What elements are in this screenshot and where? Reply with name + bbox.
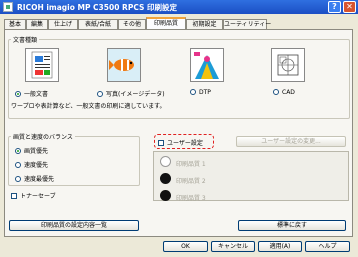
help-button[interactable]: ヘルプ bbox=[305, 241, 350, 252]
cad-thumbnail[interactable] bbox=[271, 48, 305, 82]
tab-cover[interactable]: 表紙/合紙 bbox=[78, 19, 118, 29]
checkbox-icon[interactable] bbox=[158, 140, 164, 146]
doctype-general-radio[interactable]: 一般文書 bbox=[15, 89, 48, 98]
preset-3-icon bbox=[160, 190, 171, 201]
radio-selected-icon[interactable] bbox=[15, 91, 21, 97]
preset-3-label: 印刷品質 3 bbox=[176, 195, 206, 202]
balance-label: 画質と速度のバランス bbox=[11, 132, 75, 141]
tab-edit[interactable]: 編集 bbox=[26, 19, 48, 29]
radio-icon[interactable] bbox=[15, 162, 21, 168]
radio-icon[interactable] bbox=[190, 89, 196, 95]
checkbox-icon[interactable] bbox=[11, 193, 17, 199]
radio-selected-icon[interactable] bbox=[15, 148, 21, 154]
toner-save-checkbox[interactable]: トナーセーブ bbox=[11, 191, 56, 200]
user-setting-checkbox[interactable]: ユーザー設定 bbox=[158, 138, 203, 147]
tab-other[interactable]: その他 bbox=[118, 19, 146, 29]
radio-icon[interactable] bbox=[273, 89, 279, 95]
balance-fastest-radio[interactable]: 速度最優先 bbox=[15, 174, 54, 183]
tab-print-quality[interactable]: 印刷品質 bbox=[146, 17, 186, 29]
tab-defaults[interactable]: 初期設定 bbox=[186, 19, 223, 29]
dtp-thumbnail[interactable] bbox=[190, 48, 224, 82]
tab-utility[interactable]: ユーティリティー bbox=[223, 19, 271, 29]
doctype-photo-radio[interactable]: 写真(イメージデータ) bbox=[97, 89, 165, 98]
quality-list-button[interactable]: 印刷品質の設定内容一覧 bbox=[9, 220, 139, 231]
cancel-button[interactable]: キャンセル bbox=[211, 241, 255, 252]
restore-default-button[interactable]: 標準に戻す bbox=[238, 220, 346, 231]
doctype-cad-radio[interactable]: CAD bbox=[273, 89, 295, 96]
doc-type-label: 文書種類 bbox=[11, 35, 40, 44]
balance-quality-radio[interactable]: 画質優先 bbox=[15, 146, 48, 155]
close-icon[interactable]: ✕ bbox=[343, 1, 356, 13]
preset-1-label: 印刷品質 1 bbox=[176, 161, 206, 168]
photo-thumbnail[interactable] bbox=[107, 48, 141, 82]
tab-finishing[interactable]: 仕上げ bbox=[48, 19, 78, 29]
doctype-dtp-radio[interactable]: DTP bbox=[190, 89, 211, 96]
balance-speed-radio[interactable]: 速度優先 bbox=[15, 160, 48, 169]
preset-1-icon bbox=[160, 156, 171, 167]
printer-app-icon bbox=[3, 2, 13, 12]
ok-button[interactable]: OK bbox=[163, 241, 208, 252]
preset-2-label: 印刷品質 2 bbox=[176, 178, 206, 185]
apply-button[interactable]: 適用(A) bbox=[258, 241, 302, 252]
print-settings-dialog: RICOH imagio MP C3500 RPCS 印刷設定 ? ✕ 基本 編… bbox=[0, 0, 358, 257]
user-setting-change-button[interactable]: ユーザー設定の変更... bbox=[236, 136, 346, 147]
window-title: RICOH imagio MP C3500 RPCS 印刷設定 bbox=[17, 3, 177, 12]
radio-icon[interactable] bbox=[15, 176, 21, 182]
tab-panel: 文書種類 一般文書 写真(イメージデータ) DTP CAD ワープロや表計算など… bbox=[4, 29, 353, 237]
preset-2-icon bbox=[160, 173, 171, 184]
radio-icon[interactable] bbox=[97, 91, 103, 97]
tab-basic[interactable]: 基本 bbox=[4, 19, 26, 29]
general-doc-thumbnail[interactable] bbox=[25, 48, 59, 82]
doc-type-description: ワープロや表計算など、一般文書の印刷に適しています。 bbox=[11, 103, 166, 110]
preset-listbox[interactable]: 印刷品質 1 印刷品質 2 印刷品質 3 bbox=[153, 151, 349, 202]
help-icon[interactable]: ? bbox=[328, 1, 341, 13]
title-bar: RICOH imagio MP C3500 RPCS 印刷設定 ? ✕ bbox=[0, 0, 358, 14]
